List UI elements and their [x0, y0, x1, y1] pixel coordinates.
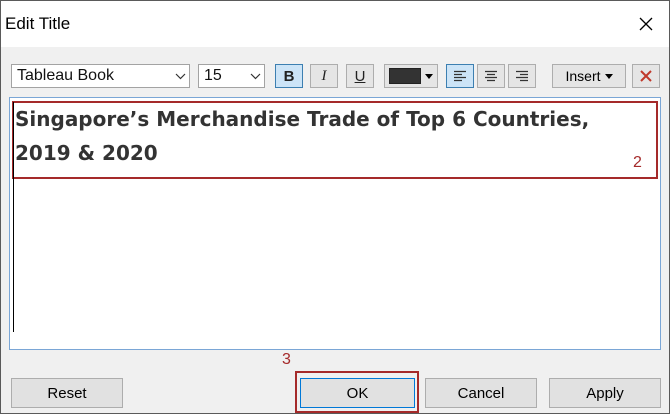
- align-left-button[interactable]: [446, 64, 474, 88]
- caret-down-icon: [425, 73, 433, 79]
- chevron-down-icon: [246, 65, 264, 87]
- color-swatch: [389, 68, 421, 84]
- format-toolbar: Tableau Book 15 B I U Insert: [1, 47, 669, 97]
- align-right-icon: [516, 70, 528, 82]
- text-color-button[interactable]: [384, 64, 438, 88]
- bold-label: B: [283, 67, 295, 85]
- font-family-value: Tableau Book: [17, 67, 114, 84]
- caret-down-icon: [604, 73, 613, 79]
- insert-button[interactable]: Insert: [552, 64, 626, 88]
- font-size-value: 15: [204, 67, 222, 84]
- title-editor[interactable]: Singapore’s Merchandise Trade of Top 6 C…: [9, 97, 661, 350]
- italic-button[interactable]: I: [310, 64, 338, 88]
- apply-button[interactable]: Apply: [549, 378, 661, 408]
- align-left-icon: [454, 70, 466, 82]
- reset-label: Reset: [47, 384, 87, 402]
- bold-button[interactable]: B: [275, 64, 303, 88]
- close-button[interactable]: [623, 1, 669, 47]
- align-right-button[interactable]: [508, 64, 536, 88]
- ok-button[interactable]: OK: [300, 378, 415, 408]
- ok-label: OK: [346, 384, 369, 402]
- font-size-select[interactable]: 15: [198, 64, 265, 88]
- close-icon: [640, 70, 652, 82]
- reset-button[interactable]: Reset: [11, 378, 123, 408]
- apply-label: Apply: [586, 384, 624, 402]
- cancel-button[interactable]: Cancel: [425, 378, 537, 408]
- annotation-step-2: 2: [633, 154, 642, 171]
- align-center-button[interactable]: [477, 64, 505, 88]
- underline-label: U: [354, 67, 366, 85]
- edit-title-dialog: Edit Title Tableau Book 15 B I U Insert …: [0, 0, 670, 414]
- close-icon: [639, 17, 653, 31]
- dialog-title: Edit Title: [5, 14, 71, 33]
- cancel-label: Cancel: [457, 384, 505, 402]
- font-family-select[interactable]: Tableau Book: [11, 64, 190, 88]
- underline-button[interactable]: U: [346, 64, 374, 88]
- annotation-step-3: 3: [282, 351, 291, 368]
- title-bar: Edit Title: [1, 1, 669, 47]
- text-cursor: [13, 102, 14, 332]
- align-center-icon: [485, 70, 497, 82]
- italic-label: I: [321, 67, 327, 84]
- title-text[interactable]: Singapore’s Merchandise Trade of Top 6 C…: [15, 102, 635, 170]
- chevron-down-icon: [171, 65, 189, 87]
- clear-formatting-button[interactable]: [632, 64, 660, 88]
- insert-label: Insert: [565, 68, 601, 84]
